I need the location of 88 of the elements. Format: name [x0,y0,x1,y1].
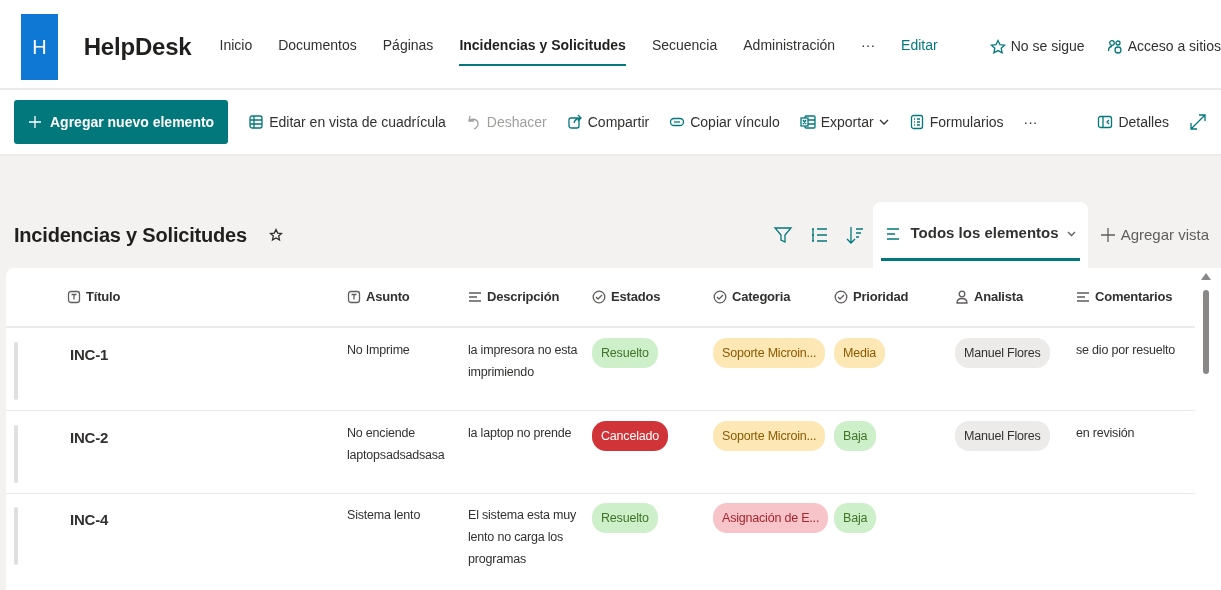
add-view-button[interactable]: Agregar vista [1087,202,1209,268]
star-icon [989,38,1006,55]
toolbar-button[interactable]: Copiar vínculo [669,111,780,133]
form-icon [908,114,925,130]
status-tag: Soporte Microin... [713,337,826,368]
lines-icon [1076,290,1090,304]
column-label: Prioridad [853,288,909,307]
cell-text: la laptop no prende [468,425,572,440]
site-logo[interactable]: H [21,13,58,80]
people-icon [1106,38,1123,55]
column-label: Categoria [732,288,791,307]
status-tag: Cancelado [592,420,668,451]
list-title: Incidencias y Solicitudes [14,223,247,248]
status-tag: Baja [834,503,877,534]
check-circle-icon [713,290,727,304]
status-tag: Resuelto [592,337,658,368]
row-handle[interactable] [14,341,18,400]
cell-text: No Imprime [347,342,410,357]
cell-text: No enciende laptopsadsadsasa [347,425,445,462]
row-handle[interactable] [14,507,18,566]
grid-icon [248,114,265,130]
filter-icon [772,225,793,245]
column-label: Descripción [487,288,560,307]
plus-icon [1099,227,1116,243]
site-access-button[interactable]: Acceso a sitios [1106,36,1221,57]
star-icon [268,228,283,242]
column-label: Comentarios [1095,288,1173,307]
more-button[interactable]: ··· [1023,111,1038,133]
sort-icon [844,225,865,245]
site-title[interactable]: HelpDesk [83,28,192,65]
column-header[interactable]: Analista [948,268,1069,328]
toolbar-button[interactable]: Editar en vista de cuadrícula [248,111,446,133]
nav-tab[interactable]: Incidencias y Solicitudes [459,27,626,66]
status-tag: Soporte Microin... [713,420,826,451]
person-icon [955,290,969,304]
nav-tab[interactable]: Inicio [219,27,253,66]
item-title[interactable]: INC-4 [70,511,109,529]
column-header[interactable]: Descripción [461,268,585,328]
status-tag: Media [834,337,886,368]
column-header[interactable]: Estados [585,268,706,328]
expand-button[interactable] [1189,113,1207,131]
lines-icon [468,290,482,304]
chevron-down-icon [878,117,889,127]
edit-link[interactable]: Editar [901,27,938,66]
column-header[interactable]: Prioridad [827,268,948,328]
status-tag: Baja [834,420,877,451]
status-tag: Asignación de E... [713,503,829,534]
cell-text: en revisión [1076,425,1135,440]
column-label: Analista [974,288,1023,307]
cell-text: la impresora no esta imprimiendo [468,342,578,379]
column-header[interactable]: Comentarios [1069,268,1195,328]
more-button[interactable]: ··· [861,27,876,66]
plus-icon [28,115,42,129]
chevron-down-icon [1066,229,1076,238]
cell-text: se dio por resuelto [1076,342,1176,357]
follow-button[interactable]: No se sigue [989,36,1085,57]
check-circle-icon [834,290,848,304]
column-label: Estados [611,288,661,307]
person-tag: Manuel Flores [955,420,1050,451]
item-title[interactable]: INC-2 [70,428,109,446]
text-field-icon [347,290,361,304]
cell-text: Sistema lento [347,508,421,523]
nav-tab[interactable]: Páginas [382,27,434,66]
nav-tab[interactable]: Administración [743,27,836,66]
expand-icon [1189,113,1207,131]
details-button[interactable]: Detalles [1097,111,1169,133]
toolbar-button[interactable]: Exportar [799,111,889,133]
check-circle-icon [592,290,606,304]
cell-text: El sistema esta muy lento no carga los programas [468,508,577,567]
text-field-icon [67,290,81,304]
share-icon [566,114,583,130]
column-header[interactable]: Categoria [706,268,827,328]
undo-icon [465,114,482,130]
column-label: Título [86,288,121,307]
toolbar-button[interactable]: Formularios [908,111,1004,133]
person-tag: Manuel Flores [955,337,1050,368]
column-header[interactable]: Asunto [340,268,461,328]
status-tag: Resuelto [592,503,658,534]
add-item-button[interactable]: Agregar nuevo elemento [14,100,229,144]
row-handle[interactable] [14,424,18,483]
column-header[interactable]: Título [60,268,340,328]
panel-icon [1097,114,1114,130]
column-label: Asunto [366,288,410,307]
toolbar-button[interactable]: Compartir [566,111,650,133]
nav-tab[interactable]: Documentos [278,27,357,66]
spreadsheet-icon [799,114,816,130]
item-title[interactable]: INC-1 [70,345,109,363]
nav-tab[interactable]: Secuencia [651,27,718,66]
